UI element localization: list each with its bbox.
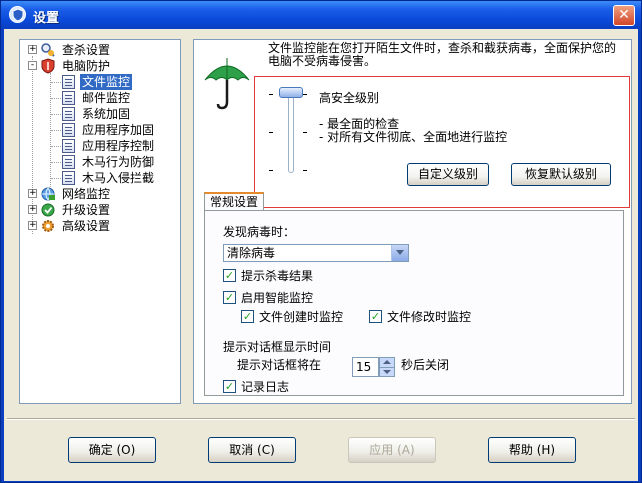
general-settings-page: 发现病毒时： 清除病毒 ✓ 提示杀毒结果 ✓ 启用智能监控 ✓ 文件创建时监控: [204, 210, 624, 396]
dialog-time-label: 提示对话框显示时间: [223, 340, 332, 354]
document-icon: [62, 107, 75, 121]
expand-icon[interactable]: +: [28, 205, 37, 214]
title-bar[interactable]: 设置 ✕: [1, 1, 641, 29]
expand-icon[interactable]: +: [28, 189, 37, 198]
spin-up-icon[interactable]: [380, 358, 394, 367]
custom-level-button[interactable]: 自定义级别: [407, 163, 489, 186]
checkmark-icon[interactable]: ✓: [241, 310, 254, 323]
help-button[interactable]: 帮助 (H): [488, 437, 576, 463]
close-button[interactable]: ✕: [613, 5, 635, 26]
tree-item-label: 木马入侵拦截: [82, 171, 155, 185]
feature-description: 文件监控能在您打开陌生文件时，查杀和截获病毒，全面保护您的电脑不受病毒侵害。: [268, 41, 617, 68]
settings-window: 设置 ✕ + 查杀设置 - 电脑防护 文件监控 邮件监控 系统加固 应用程序加固…: [0, 0, 642, 483]
network-icon: [41, 187, 55, 201]
checkmark-icon[interactable]: ✓: [223, 291, 236, 304]
tree-item-label: 升级设置: [62, 203, 111, 217]
document-icon: [62, 75, 75, 89]
security-level-track[interactable]: [288, 93, 294, 173]
tree-item-label: 查杀设置: [62, 43, 111, 57]
collapse-icon[interactable]: -: [28, 61, 37, 70]
gear-icon: [42, 220, 54, 232]
apply-button[interactable]: 应用 (A): [348, 437, 436, 463]
expand-icon[interactable]: +: [28, 221, 37, 230]
tree-item-label: 文件监控: [80, 74, 133, 90]
app-shield-icon: [9, 6, 26, 23]
virus-found-label: 发现病毒时：: [223, 225, 296, 239]
settings-tree[interactable]: + 查杀设置 - 电脑防护 文件监控 邮件监控 系统加固 应用程序加固 应用程序…: [19, 39, 181, 404]
dialog-prefix-label: 提示对话框将在: [237, 358, 322, 372]
file-monitor-panel: 文件监控能在您打开陌生文件时，查杀和截获病毒，全面保护您的电脑不受病毒侵害。 高…: [193, 39, 632, 404]
security-level-thumb[interactable]: [279, 87, 303, 98]
spin-down-icon[interactable]: [380, 367, 394, 376]
update-icon: [41, 203, 55, 217]
checkmark-icon[interactable]: ✓: [223, 380, 236, 393]
virus-action-value: 清除病毒: [227, 246, 276, 260]
document-icon: [62, 139, 75, 153]
dialog-seconds-input[interactable]: 15: [352, 357, 379, 377]
tree-item-label: 邮件监控: [82, 91, 131, 105]
document-icon: [62, 155, 75, 169]
security-level-title: 高安全级别: [319, 91, 380, 105]
dialog-client: + 查杀设置 - 电脑防护 文件监控 邮件监控 系统加固 应用程序加固 应用程序…: [4, 29, 638, 481]
tree-item-label: 高级设置: [62, 219, 111, 233]
dialog-seconds-spinner[interactable]: [379, 357, 395, 377]
document-icon: [62, 91, 75, 105]
tree-item-label: 网络监控: [62, 187, 111, 201]
umbrella-icon: [204, 58, 250, 110]
dropdown-arrow-icon[interactable]: [391, 245, 408, 261]
restore-default-level-button[interactable]: 恢复默认级别: [511, 163, 611, 186]
ok-button[interactable]: 确定 (O): [68, 437, 156, 463]
shield-icon: [41, 58, 55, 74]
tab-general-settings[interactable]: 常规设置: [204, 192, 264, 210]
dialog-suffix-label: 秒后关闭: [401, 358, 450, 372]
window-title: 设置: [33, 11, 60, 26]
tree-item-label: 应用程序控制: [82, 139, 155, 153]
document-icon: [62, 171, 75, 185]
tree-item-label: 系统加固: [82, 107, 131, 121]
tree-item-label: 电脑防护: [62, 59, 111, 73]
tree-item-label: 木马行为防御: [82, 155, 155, 169]
cancel-button[interactable]: 取消 (C): [208, 437, 296, 463]
security-level-detail: - 对所有文件彻底、全面地进行监控: [319, 130, 508, 144]
checkmark-icon[interactable]: ✓: [369, 310, 382, 323]
checkmark-icon[interactable]: ✓: [223, 269, 236, 282]
footer-separator: [7, 418, 635, 420]
tree-item-label: 应用程序加固: [82, 123, 155, 137]
security-level-box: 高安全级别 - 最全面的检查 - 对所有文件彻底、全面地进行监控 自定义级别 恢…: [254, 76, 630, 208]
search-user-icon: [41, 43, 55, 57]
expand-icon[interactable]: +: [28, 45, 37, 54]
virus-action-select[interactable]: 清除病毒: [223, 244, 409, 262]
document-icon: [62, 123, 75, 137]
